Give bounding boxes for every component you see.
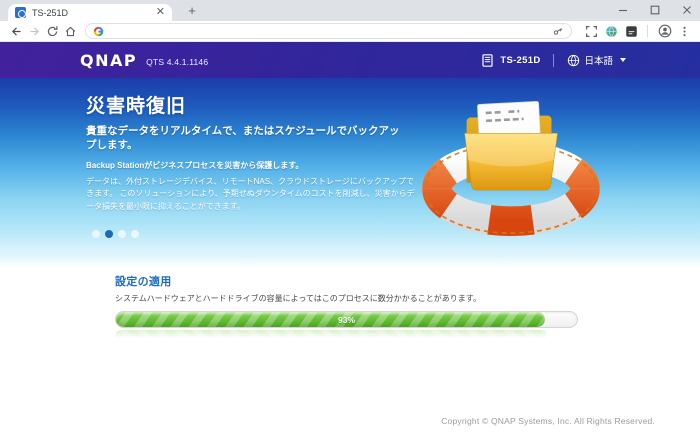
hero-body: データは、外付ストレージデバイス、リモートNAS、クラウドストレージにバックアッ… — [86, 176, 418, 213]
copyright-text: Copyright © QNAP Systems, Inc. All Right… — [0, 416, 655, 426]
profile-avatar-icon[interactable] — [656, 23, 673, 40]
reload-icon — [46, 25, 59, 38]
google-g-icon — [93, 26, 104, 37]
home-button[interactable] — [61, 22, 79, 40]
minimize-icon — [618, 5, 628, 15]
nas-device-icon — [482, 54, 493, 67]
window-minimize-button[interactable] — [618, 5, 628, 15]
qnap-logo: QNAP — [80, 51, 137, 70]
address-bar[interactable] — [85, 23, 572, 39]
menu-kebab-icon[interactable] — [676, 23, 693, 40]
lifebuoy-folder-illustration — [417, 84, 605, 237]
tab-title: TS-251D — [32, 8, 156, 18]
globe-extension-icon[interactable] — [603, 23, 620, 40]
dark-extension-icon[interactable] — [623, 23, 640, 40]
key-icon[interactable] — [552, 25, 564, 37]
device-name: TS-251D — [500, 55, 540, 66]
back-button[interactable] — [7, 22, 25, 40]
hero-title: 災害時復旧 — [86, 91, 426, 118]
apply-settings-section: 設定の適用 システムハードウェアとハードドライブの容量によってはこのプロセスに数… — [0, 268, 700, 343]
qnap-favicon-icon — [15, 7, 26, 18]
forward-button[interactable] — [25, 22, 43, 40]
forward-arrow-icon — [28, 25, 41, 38]
language-label: 日本語 — [584, 53, 613, 67]
home-icon — [64, 25, 77, 38]
window-maximize-button[interactable] — [650, 5, 660, 15]
qnap-header: QNAP QTS 4.4.1.1146 TS-251D 日本語 — [0, 42, 700, 78]
screenshot-extension-icon[interactable] — [583, 23, 600, 40]
carousel-dots — [92, 230, 139, 238]
browser-tab[interactable]: TS-251D ✕ — [8, 4, 172, 21]
url-input[interactable] — [110, 25, 552, 37]
carousel-dot-0[interactable] — [92, 230, 100, 238]
caret-down-icon — [620, 58, 626, 62]
browser-tab-strip: TS-251D ✕ + — [0, 0, 700, 21]
hero-lead: Backup Stationがビジネスプロセスを災害から保護します。 — [86, 160, 426, 171]
globe-language-icon — [567, 54, 580, 67]
carousel-dot-3[interactable] — [131, 230, 139, 238]
hero-banner: 災害時復旧 貴重なデータをリアルタイムで、またはスケジュールでバックアップします… — [0, 78, 700, 268]
maximize-icon — [650, 5, 660, 15]
back-arrow-icon — [10, 25, 23, 38]
toolbar-separator — [647, 25, 648, 37]
carousel-dot-2[interactable] — [118, 230, 126, 238]
progress-fill-reflection — [115, 330, 546, 343]
language-selector[interactable]: 日本語 — [567, 53, 626, 67]
hero-subtitle: 貴重なデータをリアルタイムで、またはスケジュールでバックアップします。 — [86, 124, 408, 152]
progress-bar-reflection — [115, 330, 578, 343]
window-close-button[interactable] — [682, 5, 692, 15]
folder-icon — [465, 101, 558, 190]
tab-close-icon[interactable]: ✕ — [156, 7, 165, 18]
close-icon — [682, 5, 692, 15]
apply-settings-title: 設定の適用 — [115, 273, 700, 289]
qts-version: QTS 4.4.1.1146 — [146, 57, 208, 67]
apply-settings-description: システムハードウェアとハードドライブの容量によってはこのプロセスに数分かかること… — [115, 293, 700, 304]
carousel-dot-1[interactable] — [105, 230, 113, 238]
progress-percent-label: 93% — [116, 312, 577, 328]
progress-bar: 93% — [115, 311, 578, 328]
reload-button[interactable] — [43, 22, 61, 40]
browser-toolbar — [0, 21, 700, 42]
header-divider — [553, 54, 554, 67]
new-tab-button[interactable]: + — [184, 3, 200, 19]
